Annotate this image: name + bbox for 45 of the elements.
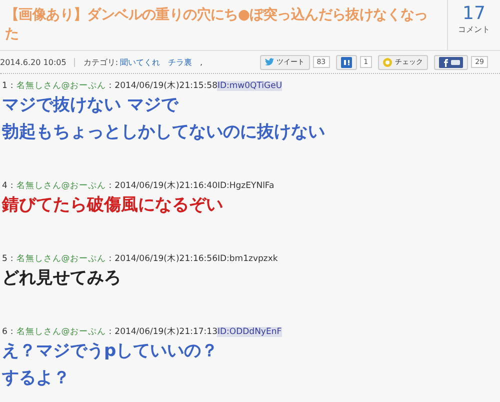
post-number: 6 [2,327,8,337]
post-date: 2014.6.20 10:05 [0,58,76,66]
post-text: 錆びてたら破傷風になるぞい [2,194,224,217]
separator: : [108,181,112,191]
poster-id: ID:ODDdNyEnF [217,327,282,337]
category-label: カテゴリ: [83,56,118,68]
facebook-icon [439,56,464,68]
poster-name: 名無しさん@おーぷん [16,81,106,91]
category-link[interactable]: チラ裏 [168,56,192,68]
comment-label: コメント [458,24,490,35]
post-timestamp: 2014/06/19(木)21:17:13 [114,327,218,337]
article-title: 【画像あり】ダンベルの重りの穴にち●ぽ突っ込んだら抜けなくなった [4,6,429,44]
post-number: 5 [2,254,8,264]
comment-count-box[interactable]: 17 コメント [447,0,500,50]
bird-icon [264,58,274,66]
share-button[interactable] [434,54,468,70]
separator: : [10,254,14,264]
post-text: するよ？ [2,367,71,390]
separator: : [10,181,14,191]
post-text: マジで抜けない マジで [2,94,180,117]
post-text: どれ見せてみろ [2,267,122,290]
bookmark-icon [340,56,352,68]
poster-name: 名無しさん@おーぷん [16,181,106,191]
poster-id: ID:HgzEYNlFa [217,181,274,191]
separator: : [108,254,112,264]
category-link[interactable]: 聞いてくれ [120,56,160,68]
poster-name: 名無しさん@おーぷん [16,254,106,264]
post-timestamp: 2014/06/19(木)21:16:40 [114,181,218,191]
separator: : [10,81,14,91]
post-timestamp: 2014/06/19(木)21:16:56 [114,254,218,264]
separator: : [10,327,14,337]
category-separator: , [200,58,203,66]
comment-count: 17 [462,4,486,24]
share-button[interactable] [336,54,357,70]
post-text: え？マジでうpしていいの？ [2,340,220,363]
poster-id: ID:mw0QTiGeU [217,81,282,91]
post-number: 1 [2,81,8,91]
separator: : [108,81,112,91]
post-text: 勃起もちょっとしかしてないのに抜けない [2,121,326,144]
poster-name: 名無しさん@おーぷん [16,327,106,337]
poster-id: ID:bm1zvpzxk [217,254,278,264]
clip-icon [383,58,392,66]
separator: : [108,327,112,337]
post-number: 4 [2,181,8,191]
post-timestamp: 2014/06/19(木)21:15:58 [114,81,218,91]
